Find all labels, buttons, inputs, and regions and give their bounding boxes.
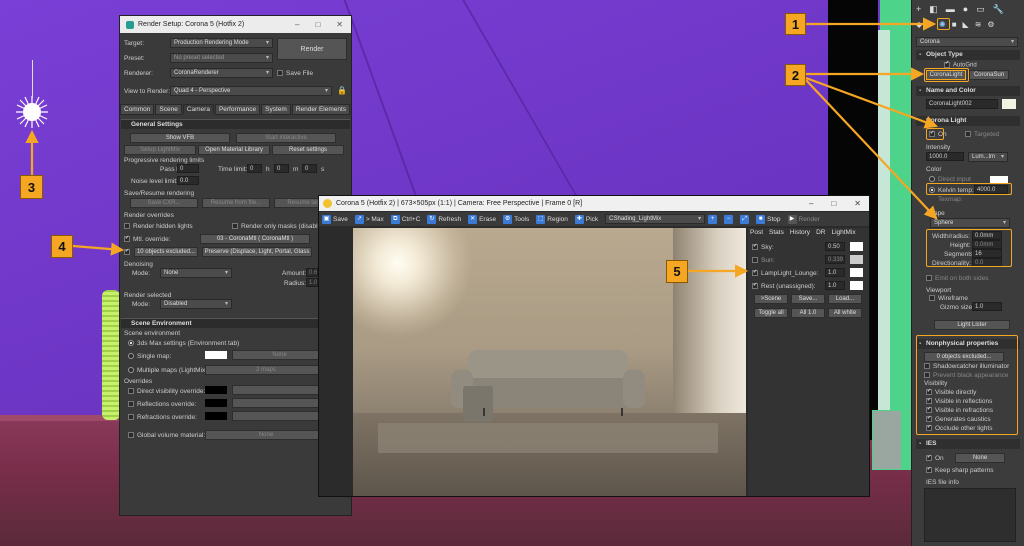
- callout-2: 2: [785, 64, 806, 86]
- callout-5: 5: [666, 260, 688, 283]
- arrow-2-c: [805, 79, 938, 220]
- arrow-4: [72, 242, 125, 256]
- annotation-arrows: [25, 17, 939, 278]
- callout-4: 4: [51, 235, 73, 258]
- callout-1: 1: [785, 13, 806, 35]
- callout-3: 3: [20, 175, 43, 199]
